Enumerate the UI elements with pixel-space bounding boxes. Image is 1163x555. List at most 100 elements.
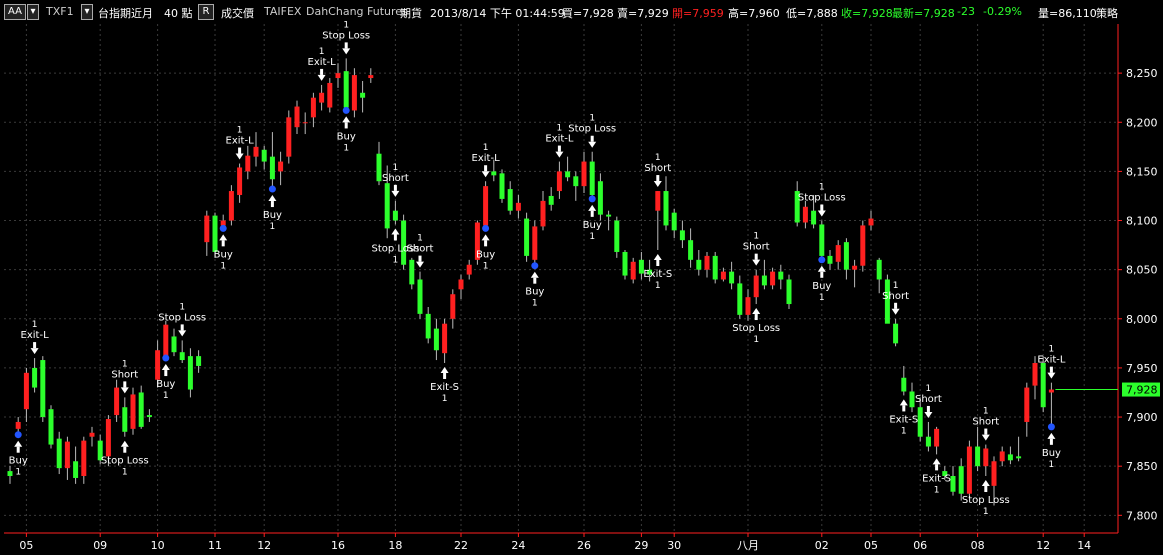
candle-body (1040, 363, 1046, 408)
x-tick-label: 08 (971, 539, 985, 552)
signal-arrow-down-icon (752, 259, 761, 266)
signal-label: Buy (525, 287, 544, 298)
signal-arrow-stem (484, 240, 488, 247)
candle-body (335, 73, 341, 79)
signal-label: Short (382, 173, 409, 184)
candle-body (548, 195, 554, 205)
signal-qty: 1 (122, 359, 128, 369)
signal-arrow-up-icon (752, 308, 761, 315)
candle-body (1016, 456, 1022, 459)
entry-dot (268, 185, 276, 193)
signal-qty: 1 (179, 302, 185, 312)
candle-body (606, 214, 612, 217)
signal-arrow-stem (344, 122, 348, 129)
signal-arrow-stem (270, 201, 274, 208)
candle-body (589, 161, 595, 195)
signal-arrow-up-icon (391, 228, 400, 235)
signal-arrow-up-icon (530, 271, 539, 278)
candle-body (302, 122, 308, 124)
candle-body (417, 279, 423, 314)
signal-arrow-stem (754, 253, 758, 260)
signal-arrow-down-icon (30, 348, 39, 355)
candle-body (688, 240, 694, 260)
signal-arrow-stem (820, 271, 824, 278)
candlestick-chart[interactable]: 7,800 7,850 7,900 7,950 8,000 8,050 8,100 8,150… (0, 0, 1163, 555)
y-tick-label: 8,100 (1126, 215, 1158, 228)
candle-body (171, 336, 177, 353)
candle-body (261, 149, 267, 162)
candle-body (48, 409, 54, 445)
x-tick-label: 12 (1036, 539, 1050, 552)
signal-qty: 1 (163, 391, 169, 401)
candle-body (376, 153, 382, 182)
signal-label: Exit-S (889, 414, 918, 425)
entry-dot (531, 262, 539, 270)
candle-body (1048, 389, 1054, 393)
signal-qty: 1 (237, 126, 243, 136)
signal-arrow-up-icon (932, 458, 941, 465)
signal-arrow-stem (418, 255, 422, 262)
x-tick-label: 09 (93, 539, 107, 552)
candle-body (56, 438, 62, 469)
y-tick-label: 8,050 (1126, 264, 1158, 277)
candle-body (983, 448, 989, 467)
signal-arrow-up-icon (817, 265, 826, 272)
x-tick-label: 02 (815, 539, 829, 552)
candle-body (729, 271, 735, 284)
signal-arrow-up-icon (14, 440, 23, 447)
signal-qty: 1 (819, 293, 825, 303)
candle-body (835, 245, 841, 262)
candle-body (368, 75, 374, 79)
candle-body (868, 218, 874, 226)
entry-dot (1047, 423, 1055, 431)
y-tick-label: 8,150 (1126, 165, 1158, 178)
candle-body (540, 200, 546, 227)
signal-arrow-down-icon (588, 141, 597, 148)
signal-label: Stop Loss (798, 193, 846, 204)
signal-label: Short (915, 394, 942, 405)
candle-body (827, 255, 833, 264)
signal-arrow-down-icon (1047, 372, 1056, 379)
candle-body (73, 461, 79, 478)
signal-arrow-stem (484, 165, 488, 172)
candle-body (146, 415, 152, 418)
signal-arrow-stem (221, 240, 225, 247)
signal-arrow-up-icon (981, 480, 990, 487)
chart-window: AA ▾ TXF1 ▾ 台指期近月 40 點 R 成交價 TAIFEX DahC… (0, 0, 1163, 555)
signal-arrow-stem (935, 464, 939, 471)
x-tick-label: 10 (151, 539, 165, 552)
signal-label: Exit-L (1037, 355, 1066, 366)
candle-body (966, 446, 972, 494)
signal-qty: 1 (1049, 345, 1055, 355)
signal-qty: 1 (1049, 460, 1055, 470)
candle-body (40, 360, 46, 418)
signal-arrow-stem (754, 314, 758, 321)
candle-body (155, 350, 161, 380)
signal-arrow-up-icon (342, 116, 351, 123)
candle-body (802, 206, 808, 223)
candle-body (761, 275, 767, 286)
signal-label: Short (882, 291, 909, 302)
candle-body (655, 191, 661, 211)
signal-qty: 1 (343, 143, 349, 153)
candle-body (786, 279, 792, 305)
candle-body (679, 230, 685, 241)
signal-label: Exit-S (922, 473, 951, 484)
signal-arrow-stem (33, 342, 37, 349)
signal-arrow-down-icon (981, 434, 990, 441)
entry-dot (818, 256, 826, 264)
candle-body (901, 377, 907, 392)
signal-qty: 1 (122, 468, 128, 478)
signal-qty: 1 (753, 335, 759, 345)
candle-body (384, 183, 390, 229)
entry-dot (342, 106, 350, 114)
candle-body (958, 466, 964, 494)
signal-label: Exit-S (643, 269, 672, 280)
signal-arrow-down-icon (817, 210, 826, 217)
entry-dot (219, 224, 227, 232)
signal-qty: 1 (270, 222, 276, 232)
signal-arrow-up-icon (1047, 432, 1056, 439)
signal-qty: 1 (319, 47, 325, 57)
signal-arrow-stem (1049, 366, 1053, 373)
signal-arrow-up-icon (440, 367, 449, 374)
